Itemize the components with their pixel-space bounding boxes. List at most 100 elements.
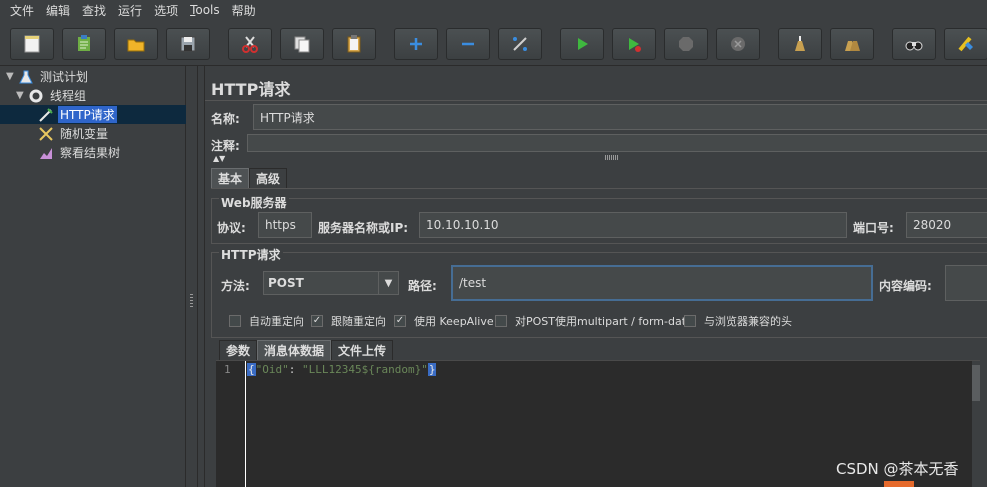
templates-button[interactable] [62, 28, 106, 60]
web-server-group-title: Web服务器 [219, 194, 289, 211]
tab-divider [211, 188, 987, 189]
vertical-scrollbar[interactable] [972, 361, 980, 487]
name-field[interactable]: HTTP请求 [253, 104, 987, 130]
keepalive-checkbox[interactable]: ✓ 使用 KeepAlive [394, 313, 494, 329]
name-label: 名称: [211, 112, 240, 126]
clear-all-button[interactable] [830, 28, 874, 60]
scrollbar-thumb[interactable] [972, 365, 980, 401]
port-field[interactable]: 28020 [906, 212, 987, 238]
json-value: "LLL12345${random}" [302, 363, 428, 376]
line-number-gutter: 1 [216, 361, 246, 487]
tab-file-upload[interactable]: 文件上传 [331, 340, 394, 360]
search-icon [905, 41, 923, 51]
protocol-field[interactable]: https [258, 212, 312, 238]
checkbox-box[interactable] [495, 315, 507, 327]
open-brace: { [247, 363, 256, 376]
collapse-icon [462, 42, 474, 46]
tree-item-label: 察看结果树 [60, 146, 121, 160]
resize-grip-icon[interactable] [605, 155, 619, 160]
copy-button[interactable] [280, 28, 324, 60]
divider [205, 100, 987, 101]
menu-file[interactable]: 文件 [4, 2, 40, 19]
json-colon: : [288, 363, 302, 376]
paste-button[interactable] [332, 28, 376, 60]
tree-item-view-results-tree[interactable]: 察看结果树 [38, 143, 122, 162]
path-label: 路径: [408, 279, 437, 293]
new-button[interactable] [10, 28, 54, 60]
tab-advanced[interactable]: 高级 [249, 168, 288, 188]
checkbox-label: 使用 KeepAlive [414, 315, 494, 328]
tree-item-random-variable[interactable]: 随机变量 [38, 124, 110, 143]
method-value: POST [268, 276, 304, 290]
clear-button[interactable] [778, 28, 822, 60]
test-plan-icon [18, 69, 34, 85]
content-encoding-field[interactable] [945, 265, 987, 301]
menu-edit[interactable]: 编辑 [40, 2, 76, 19]
menu-help[interactable]: 帮助 [226, 2, 262, 19]
collapse-arrows-icon[interactable]: ▲▼ [213, 154, 225, 163]
line-number: 1 [224, 363, 231, 376]
templates-icon [78, 35, 90, 51]
menu-tools[interactable]: Tools [184, 3, 226, 17]
browser-compatible-headers-checkbox[interactable]: 与浏览器兼容的头 [684, 313, 792, 329]
start-no-pause-button[interactable] [612, 28, 656, 60]
path-field[interactable]: /test [451, 265, 873, 301]
port-label: 端口号: [853, 221, 894, 235]
tree-item-thread-group[interactable]: ▼ 线程组 [16, 86, 88, 105]
expand-triangle-icon[interactable]: ▼ [6, 71, 18, 82]
stop-button[interactable] [664, 28, 708, 60]
checkbox-box[interactable] [684, 315, 696, 327]
menu-search[interactable]: 查找 [76, 2, 112, 19]
content-encoding-label: 内容编码: [879, 279, 932, 293]
checkbox-box[interactable] [229, 315, 241, 327]
save-icon [180, 36, 196, 52]
checkbox-label: 与浏览器兼容的头 [704, 315, 792, 328]
split-pane-divider[interactable] [186, 66, 198, 487]
open-button[interactable] [114, 28, 158, 60]
tree-item-http-request[interactable]: HTTP请求 [38, 105, 117, 124]
tab-parameters[interactable]: 参数 [219, 340, 258, 360]
tab-basic[interactable]: 基本 [211, 168, 250, 188]
copy-icon [294, 36, 310, 53]
reset-search-button[interactable] [944, 28, 987, 60]
sampler-icon [38, 107, 54, 123]
splitter-grip-icon[interactable] [190, 294, 193, 308]
toggle-icon [513, 37, 527, 51]
checkmark-icon[interactable]: ✓ [394, 315, 406, 327]
menu-run[interactable]: 运行 [112, 2, 148, 19]
comment-label: 注释: [211, 139, 240, 153]
start-button[interactable] [560, 28, 604, 60]
tab-body-data[interactable]: 消息体数据 [257, 340, 332, 360]
server-field[interactable]: 10.10.10.10 [419, 212, 847, 238]
clear-icon [795, 36, 805, 51]
paste-icon [347, 35, 361, 53]
close-brace: } [427, 363, 437, 376]
watermark: CSDN @茶本无香 [836, 460, 959, 478]
menu-bar: 文件 编辑 查找 运行 选项 Tools 帮助 [0, 0, 987, 20]
method-select[interactable]: POST ▼ [263, 271, 399, 295]
expand-triangle-icon[interactable]: ▼ [16, 90, 28, 101]
save-button[interactable] [166, 28, 210, 60]
search-button[interactable] [892, 28, 936, 60]
code-line[interactable]: {"Oid": "LLL12345${random}"} [247, 363, 437, 376]
toggle-button[interactable] [498, 28, 542, 60]
view-results-tree-icon [38, 145, 54, 161]
menu-options[interactable]: 选项 [148, 2, 184, 19]
checkbox-label: 自动重定向 [249, 315, 304, 328]
http-request-group-title: HTTP请求 [219, 246, 283, 263]
comment-field[interactable] [247, 134, 987, 152]
follow-redirect-checkbox[interactable]: ✓ 跟随重定向 [311, 313, 386, 329]
chevron-down-icon[interactable]: ▼ [378, 272, 398, 294]
tree-item-test-plan[interactable]: ▼ 测试计划 [6, 67, 90, 86]
checkmark-icon[interactable]: ✓ [311, 315, 323, 327]
shutdown-button[interactable] [716, 28, 760, 60]
expand-button[interactable] [394, 28, 438, 60]
collapse-button[interactable] [446, 28, 490, 60]
multipart-checkbox[interactable]: 对POST使用multipart / form-data [495, 313, 693, 329]
thread-group-icon [28, 88, 44, 104]
page-title: HTTP请求 [211, 80, 291, 99]
cut-button[interactable] [228, 28, 272, 60]
open-icon [127, 39, 145, 52]
auto-redirect-checkbox[interactable]: 自动重定向 [229, 313, 304, 329]
clear-all-icon [845, 41, 860, 51]
